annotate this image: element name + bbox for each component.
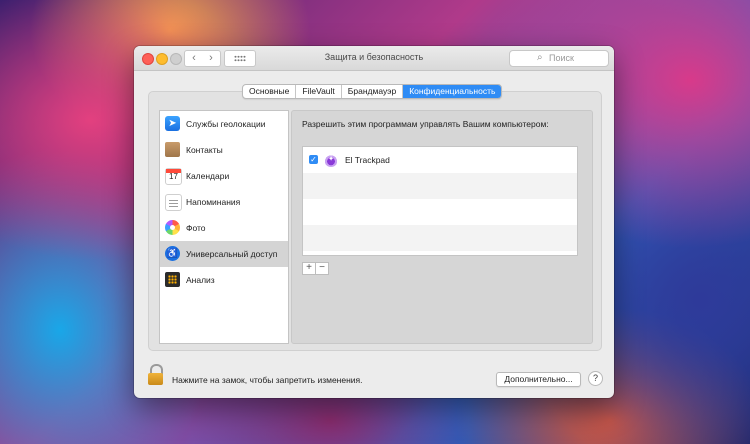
photos-flower-icon bbox=[165, 220, 180, 235]
advanced-button[interactable]: Дополнительно... bbox=[496, 372, 581, 387]
tab-bar: Основные FileVault Брандмауэр Конфиденци… bbox=[242, 84, 503, 99]
sidebar-item-analytics[interactable]: Анализ bbox=[160, 267, 288, 293]
sidebar-item-label: Календари bbox=[186, 171, 230, 181]
pane-heading: Разрешить этим программам управлять Ваши… bbox=[302, 119, 549, 129]
empty-list-row bbox=[303, 225, 577, 251]
lock-status-text: Нажмите на замок, чтобы запретить измене… bbox=[172, 375, 363, 385]
location-arrow-icon: ➤ bbox=[165, 116, 180, 131]
sidebar-item-photos[interactable]: Фото bbox=[160, 215, 288, 241]
tab-firewall[interactable]: Брандмауэр bbox=[342, 85, 404, 98]
list-item[interactable]: ✓ ✦ El Trackpad bbox=[303, 147, 577, 173]
search-placeholder: Поиск bbox=[549, 53, 574, 63]
contacts-book-icon bbox=[165, 142, 180, 157]
app-allowed-checkbox[interactable]: ✓ bbox=[309, 155, 318, 164]
sidebar-item-label: Службы геолокации bbox=[186, 119, 266, 129]
lock-icon[interactable] bbox=[148, 364, 164, 386]
sidebar-item-contacts[interactable]: Контакты bbox=[160, 137, 288, 163]
sidebar-item-label: Контакты bbox=[186, 145, 223, 155]
tab-privacy[interactable]: Конфиденциальность bbox=[403, 85, 502, 98]
sidebar-item-label: Фото bbox=[186, 223, 206, 233]
tab-general[interactable]: Основные bbox=[243, 85, 297, 98]
sidebar-item-label: Универсальный доступ bbox=[186, 249, 278, 259]
el-trackpad-app-icon: ✦ bbox=[324, 153, 338, 167]
analytics-icon bbox=[165, 272, 180, 287]
preferences-window: ‹ › Защита и безопасность ⌕ Поиск Основн… bbox=[134, 46, 614, 398]
search-field[interactable]: ⌕ Поиск bbox=[509, 50, 609, 67]
add-remove-buttons: + − bbox=[302, 262, 329, 275]
sidebar-item-reminders[interactable]: Напоминания bbox=[160, 189, 288, 215]
lock-body bbox=[148, 373, 163, 385]
app-list[interactable]: ✓ ✦ El Trackpad bbox=[302, 146, 578, 256]
reminders-list-icon bbox=[165, 194, 182, 211]
calendar-icon: 17 bbox=[165, 168, 182, 185]
app-name: El Trackpad bbox=[345, 155, 390, 165]
sidebar-item-accessibility[interactable]: ♿ Универсальный доступ bbox=[160, 241, 288, 267]
title-bar: ‹ › Защита и безопасность ⌕ Поиск bbox=[134, 46, 614, 71]
accessibility-detail-pane: Разрешить этим программам управлять Ваши… bbox=[291, 110, 593, 344]
sidebar-item-label: Анализ bbox=[186, 275, 215, 285]
sidebar-item-location-services[interactable]: ➤ Службы геолокации bbox=[160, 111, 288, 137]
help-button[interactable]: ? bbox=[588, 371, 603, 386]
privacy-content-panel: ➤ Службы геолокации Контакты 17 Календар… bbox=[148, 91, 602, 351]
sidebar-item-label: Напоминания bbox=[186, 197, 241, 207]
empty-list-row bbox=[303, 173, 577, 199]
privacy-category-list[interactable]: ➤ Службы геолокации Контакты 17 Календар… bbox=[159, 110, 289, 344]
accessibility-icon: ♿ bbox=[165, 246, 180, 261]
remove-app-button[interactable]: − bbox=[316, 262, 329, 275]
search-icon: ⌕ bbox=[537, 52, 543, 63]
tab-filevault[interactable]: FileVault bbox=[296, 85, 342, 98]
add-app-button[interactable]: + bbox=[302, 262, 316, 275]
empty-list-row bbox=[303, 199, 577, 225]
sidebar-item-calendars[interactable]: 17 Календари bbox=[160, 163, 288, 189]
